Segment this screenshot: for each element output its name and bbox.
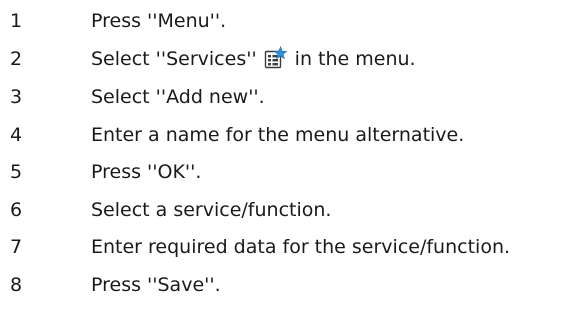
step-text-before-icon: Select ''Services'' [91,48,257,70]
step-6: 6 Select a service/function. [0,195,581,225]
step-number: 5 [10,161,23,183]
step-number: 4 [10,124,23,146]
step-text: Enter a name for the menu alternative. [91,124,465,146]
step-8: 8 Press ''Save''. [0,270,581,300]
step-1: 1 Press ''Menu''. [0,6,581,36]
step-text: Select a service/function. [91,199,332,221]
step-text: Select ''Add new''. [91,86,265,108]
step-text: Press ''Save''. [91,274,221,296]
step-number: 7 [10,236,23,258]
step-text-after-icon: in the menu. [294,48,416,70]
services-icon [264,46,287,69]
step-5: 5 Press ''OK''. [0,157,581,187]
step-text: Enter required data for the service/func… [91,236,511,258]
step-number: 8 [10,274,23,296]
step-7: 7 Enter required data for the service/fu… [0,232,581,262]
step-number: 2 [10,48,23,70]
step-text: Press ''OK''. [91,161,202,183]
step-number: 3 [10,86,23,108]
step-2: 2 Select ''Services'' in the menu. [0,44,581,74]
step-number: 1 [10,10,23,32]
step-4: 4 Enter a name for the menu alternative. [0,120,581,150]
step-text: Select ''Services'' in the menu. [91,44,416,74]
step-text: Press ''Menu''. [91,10,227,32]
step-number: 6 [10,199,23,221]
step-3: 3 Select ''Add new''. [0,82,581,112]
